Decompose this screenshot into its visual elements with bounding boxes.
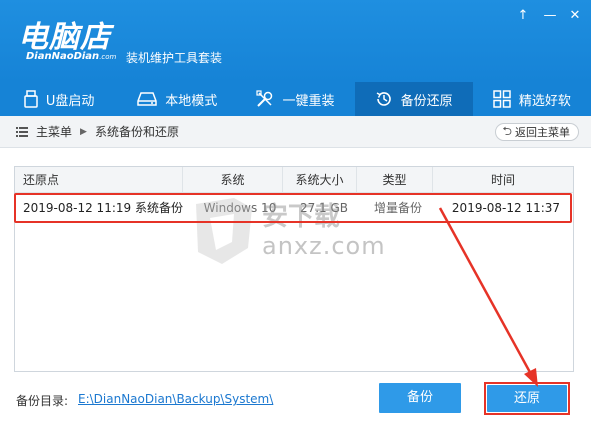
- column-header-size[interactable]: 系统大小: [283, 167, 357, 193]
- backup-dir-label: 备份目录:: [16, 394, 69, 408]
- apps-grid-icon: [493, 90, 511, 108]
- watermark-text: anxz.com: [262, 232, 386, 260]
- chevron-right-icon: ▶: [80, 126, 87, 137]
- nav-item-usb-boot[interactable]: U盘启动: [0, 82, 118, 116]
- main-nav: U盘启动 本地模式 一键重装 备份还原 精选好软: [0, 82, 591, 116]
- back-button-label: 返回主菜单: [515, 126, 570, 139]
- column-header-time[interactable]: 时间: [433, 167, 573, 193]
- column-header-system[interactable]: 系统: [183, 167, 283, 193]
- minimize-button[interactable]: —: [542, 8, 558, 24]
- nav-item-reinstall[interactable]: 一键重装: [236, 82, 354, 116]
- restore-button[interactable]: 还原: [487, 385, 567, 412]
- app-header: 电脑店 DianNaoDian.com 装机维护工具套装 ↑ — ✕: [0, 0, 591, 82]
- usb-icon: [24, 90, 38, 108]
- app-subtitle: 装机维护工具套装: [126, 51, 223, 65]
- breadcrumb-root[interactable]: 主菜单: [36, 123, 72, 140]
- nav-item-label: 精选好软: [518, 93, 571, 109]
- nav-item-recommended-software[interactable]: 精选好软: [473, 82, 591, 116]
- breadcrumb-current: 系统备份和还原: [94, 125, 179, 139]
- close-button[interactable]: ✕: [567, 8, 583, 24]
- menu-list-icon: [16, 126, 28, 137]
- pin-icon[interactable]: ↑: [515, 8, 531, 24]
- back-arrow-icon: ⮌: [502, 123, 512, 138]
- watermark-text-cn: 安下载: [262, 202, 341, 232]
- nav-item-local-mode[interactable]: 本地模式: [118, 82, 236, 116]
- logo-subtext: DianNaoDian.com: [26, 51, 117, 62]
- hard-drive-icon: [137, 91, 158, 107]
- breadcrumb: 主菜单 ▶ 系统备份和还原 ⮌ 返回主菜单: [0, 116, 591, 148]
- nav-item-label: U盘启动: [45, 93, 95, 109]
- column-header-type[interactable]: 类型: [357, 167, 433, 193]
- cell-type: 增量备份: [373, 201, 422, 215]
- logo-text: 电脑店: [18, 20, 111, 55]
- backup-button[interactable]: 备份: [379, 383, 461, 413]
- back-to-main-button[interactable]: ⮌ 返回主菜单: [495, 123, 579, 141]
- column-header-restore-point[interactable]: 还原点: [15, 167, 183, 193]
- backup-dir-link[interactable]: E:\DianNaoDian\Backup\System\: [78, 392, 273, 406]
- tools-icon: [256, 90, 274, 108]
- history-icon: [375, 90, 393, 108]
- nav-item-label: 本地模式: [165, 93, 218, 109]
- nav-item-backup-restore[interactable]: 备份还原: [354, 82, 473, 116]
- table-header: 还原点 系统 系统大小 类型 时间: [15, 167, 573, 193]
- nav-item-label: 备份还原: [400, 93, 453, 109]
- cell-restore-point: 2019-08-12 11:19 系统备份: [23, 201, 183, 215]
- nav-item-label: 一键重装: [282, 93, 335, 109]
- cell-time: 2019-08-12 11:37: [451, 201, 561, 215]
